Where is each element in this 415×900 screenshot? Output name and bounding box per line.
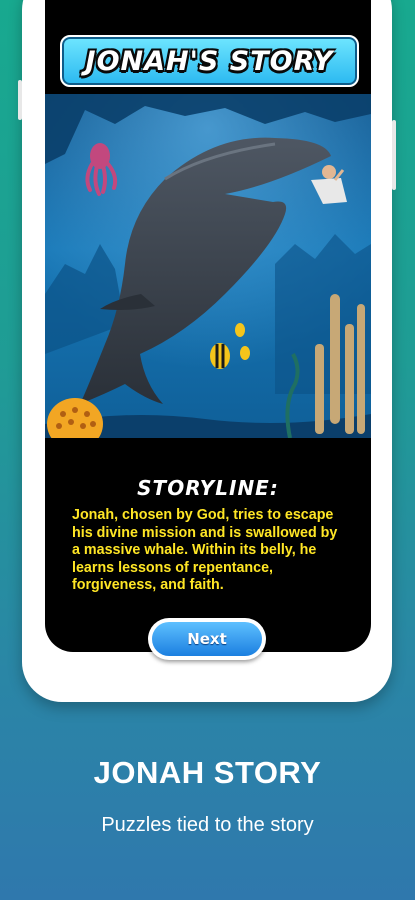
- story-scene-illustration: [45, 94, 371, 438]
- next-button-label: Next: [152, 622, 262, 656]
- promo-subtitle: Puzzles tied to the story: [101, 814, 314, 836]
- game-title: JONAH'S STORY: [85, 45, 334, 77]
- storyline-text: Jonah, chosen by God, tries to escape hi…: [72, 507, 338, 594]
- game-title-banner: JONAH'S STORY: [60, 35, 359, 87]
- storyline-heading: STORYLINE:: [137, 476, 279, 500]
- next-button[interactable]: Next: [148, 618, 266, 660]
- phone-power-button: [392, 120, 396, 190]
- phone-side-button: [18, 80, 22, 120]
- promo-title: JONAH STORY: [93, 755, 322, 790]
